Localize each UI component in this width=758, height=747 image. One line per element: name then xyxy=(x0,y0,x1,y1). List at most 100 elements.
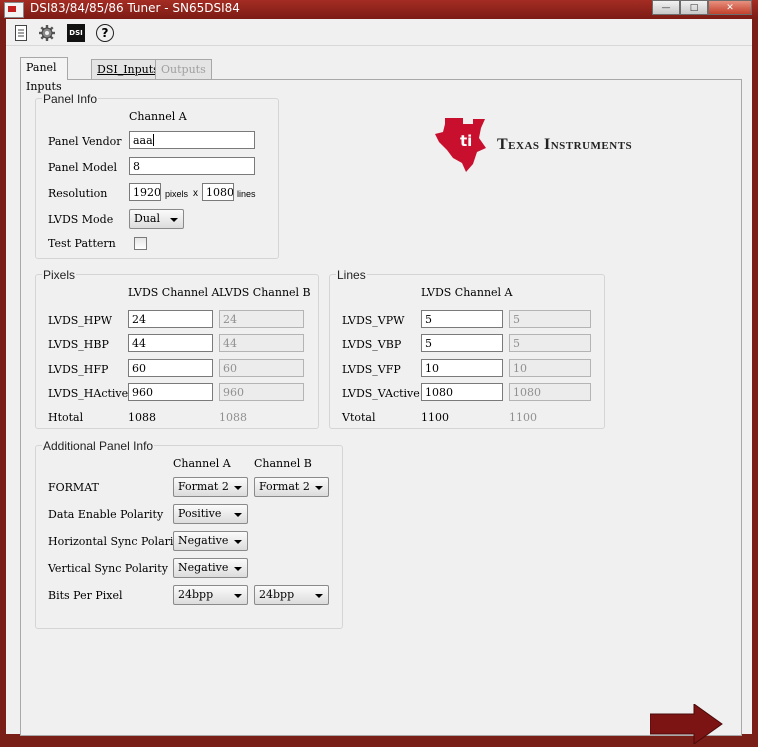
chevron-down-icon xyxy=(234,513,242,517)
pixels-title: Pixels xyxy=(42,268,77,282)
pixels-group: Pixels LVDS Channel A LVDS Channel B LVD… xyxy=(35,268,319,429)
lvds-hbp-label: LVDS_HBP xyxy=(48,338,109,351)
lvds-hbp-b-input: 44 xyxy=(219,334,304,352)
lvds-vfp-b-value: 10 xyxy=(513,362,527,375)
panel-vendor-value: aaa xyxy=(133,134,153,147)
resolution-label: Resolution xyxy=(48,187,108,200)
lvds-hbp-a-value: 44 xyxy=(132,337,146,350)
gear-icon[interactable] xyxy=(38,24,56,42)
additional-channel-a-header: Channel A xyxy=(173,457,231,470)
pixels-channel-a-header: LVDS Channel A xyxy=(128,286,220,299)
panel-info-group: Panel Info Channel A Panel Vendor aaa Pa… xyxy=(35,92,279,259)
lvds-hbp-b-value: 44 xyxy=(223,337,237,350)
lvds-hactive-label: LVDS_HActive xyxy=(48,387,129,400)
lvds-vactive-a-input[interactable]: 1080 xyxy=(421,383,503,401)
lvds-hactive-b-value: 960 xyxy=(223,386,244,399)
lines-group: Lines LVDS Channel A LVDS_VPW 5 5 LVDS_V… xyxy=(329,268,605,429)
panel-inputs-content: Panel Info Channel A Panel Vendor aaa Pa… xyxy=(20,79,742,736)
minimize-icon: — xyxy=(661,2,671,13)
data-enable-polarity-value: Positive xyxy=(178,507,222,520)
pixels-unit-label: pixels xyxy=(165,189,189,199)
hsync-polarity-select[interactable]: Negative xyxy=(173,531,248,551)
lvds-vfp-a-input[interactable]: 10 xyxy=(421,359,503,377)
resolution-width-input[interactable]: 1920 xyxy=(129,183,161,201)
lvds-hfp-a-input[interactable]: 60 xyxy=(128,359,213,377)
lvds-mode-select[interactable]: Dual xyxy=(129,209,184,229)
vtotal-a-value: 1100 xyxy=(421,411,449,424)
bits-per-pixel-a-select[interactable]: 24bpp xyxy=(173,585,248,605)
title-bar: DSI83/84/85/86 Tuner - SN65DSI84 — □ ✕ xyxy=(0,0,758,19)
lvds-mode-label: LVDS Mode xyxy=(48,213,114,226)
dsi-icon[interactable]: DSI xyxy=(67,24,85,42)
resolution-height-input[interactable]: 1080 xyxy=(202,183,234,201)
panel-model-input[interactable]: 8 xyxy=(129,157,255,175)
minimize-button[interactable]: — xyxy=(652,0,680,15)
bits-per-pixel-b-select[interactable]: 24bpp xyxy=(254,585,329,605)
channel-a-header: Channel A xyxy=(129,110,187,123)
additional-panel-info-group: Additional Panel Info Channel A Channel … xyxy=(35,439,343,629)
document-icon[interactable] xyxy=(12,24,30,42)
lvds-hpw-a-input[interactable]: 24 xyxy=(128,310,213,328)
dsi-icon-label: DSI xyxy=(69,29,83,37)
lines-channel-a-header: LVDS Channel A xyxy=(421,286,513,299)
format-a-value: Format 2 xyxy=(178,480,229,493)
lvds-hactive-a-input[interactable]: 960 xyxy=(128,383,213,401)
lvds-vactive-b-input: 1080 xyxy=(509,383,591,401)
vsync-polarity-label: Vertical Sync Polarity xyxy=(48,562,168,575)
app-window: DSI ? Panel Inputs DSI_Inputs Outputs Pa… xyxy=(6,19,752,745)
lvds-hfp-b-input: 60 xyxy=(219,359,304,377)
chevron-down-icon xyxy=(234,486,242,490)
lines-unit-label: lines xyxy=(237,189,256,199)
next-arrow-button[interactable] xyxy=(649,703,730,745)
hsync-polarity-value: Negative xyxy=(178,534,229,547)
lvds-hpw-b-input: 24 xyxy=(219,310,304,328)
panel-model-label: Panel Model xyxy=(48,161,118,174)
maximize-icon: □ xyxy=(689,2,699,13)
lvds-vpw-a-input[interactable]: 5 xyxy=(421,310,503,328)
resolution-width-value: 1920 xyxy=(133,186,161,199)
htotal-a-value: 1088 xyxy=(128,411,156,424)
lvds-vpw-b-value: 5 xyxy=(513,313,520,326)
lvds-vfp-a-value: 10 xyxy=(425,362,439,375)
vsync-polarity-select[interactable]: Negative xyxy=(173,558,248,578)
lvds-mode-value: Dual xyxy=(134,212,160,225)
lvds-vactive-b-value: 1080 xyxy=(513,386,541,399)
lvds-vpw-label: LVDS_VPW xyxy=(342,314,405,327)
chevron-down-icon xyxy=(315,486,323,490)
test-pattern-checkbox[interactable] xyxy=(134,237,147,250)
tab-outputs: Outputs xyxy=(155,59,212,79)
lvds-hfp-b-value: 60 xyxy=(223,362,237,375)
lvds-vactive-label: LVDS_VActive xyxy=(342,387,420,400)
lvds-vfp-label: LVDS_VFP xyxy=(342,363,401,376)
texas-instruments-logo: ti Texas Instruments xyxy=(433,114,663,176)
panel-model-value: 8 xyxy=(133,160,140,173)
data-enable-polarity-select[interactable]: Positive xyxy=(173,504,248,524)
htotal-label: Htotal xyxy=(48,411,84,424)
format-a-select[interactable]: Format 2 xyxy=(173,477,248,497)
tab-dsi-inputs[interactable]: DSI_Inputs xyxy=(91,59,165,79)
lvds-vbp-a-input[interactable]: 5 xyxy=(421,334,503,352)
bits-per-pixel-b-value: 24bpp xyxy=(259,588,295,601)
lvds-hbp-a-input[interactable]: 44 xyxy=(128,334,213,352)
panel-vendor-input[interactable]: aaa xyxy=(129,131,255,149)
ti-logo-monogram: ti xyxy=(460,132,472,150)
maximize-button[interactable]: □ xyxy=(680,0,708,15)
lvds-hpw-b-value: 24 xyxy=(223,313,237,326)
toolbar: DSI ? xyxy=(6,19,752,46)
panel-vendor-label: Panel Vendor xyxy=(48,135,122,148)
lvds-hfp-label: LVDS_HFP xyxy=(48,363,109,376)
chevron-down-icon xyxy=(234,540,242,544)
format-b-select[interactable]: Format 2 xyxy=(254,477,329,497)
chevron-down-icon xyxy=(315,594,323,598)
bits-per-pixel-label: Bits Per Pixel xyxy=(48,589,123,602)
format-b-value: Format 2 xyxy=(259,480,310,493)
logo-text: Texas Instruments xyxy=(497,136,633,153)
close-button[interactable]: ✕ xyxy=(708,0,752,15)
format-label: FORMAT xyxy=(48,481,99,494)
tab-panel-inputs[interactable]: Panel Inputs xyxy=(20,57,68,93)
help-icon[interactable]: ? xyxy=(96,24,114,42)
lvds-vbp-label: LVDS_VBP xyxy=(342,338,402,351)
test-pattern-label: Test Pattern xyxy=(48,237,116,250)
chevron-down-icon xyxy=(234,567,242,571)
lvds-vbp-b-input: 5 xyxy=(509,334,591,352)
